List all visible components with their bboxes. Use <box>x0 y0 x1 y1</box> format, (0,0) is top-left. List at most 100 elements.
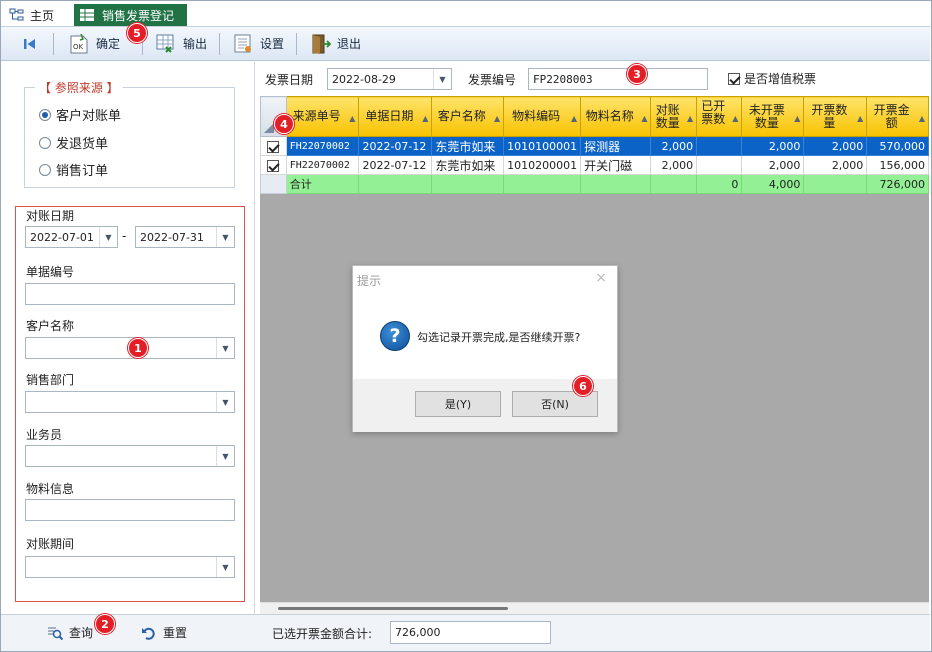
dialog-message: 勾选记录开票完成,是否继续开票? <box>417 331 581 344</box>
chevron-down-icon[interactable]: ▼ <box>99 227 117 247</box>
tab-home[interactable]: 主页 <box>9 4 54 26</box>
invoice-date-label: 发票日期 <box>265 73 314 87</box>
horizontal-scrollbar[interactable] <box>260 602 929 614</box>
col-label: 物料编码 <box>512 109 561 123</box>
chevron-down-icon[interactable]: ▼ <box>216 338 234 358</box>
cell-recon-qty[interactable]: 2,000 <box>650 155 698 175</box>
date-to-value: 2022-07-31 <box>140 230 204 244</box>
cell-material-name[interactable]: 开关门磁 <box>580 155 652 175</box>
chevron-down-icon[interactable]: ▼ <box>433 69 451 89</box>
date-from-input[interactable]: 2022-07-01 ▼ <box>25 226 118 248</box>
summary-indicator <box>260 174 287 194</box>
material-input[interactable] <box>25 499 235 521</box>
sort-icon: ▲ <box>641 114 648 123</box>
tab-sales-invoice[interactable]: 销售发票登记 <box>74 4 187 26</box>
close-icon[interactable]: × <box>595 270 607 286</box>
col-label: 来源单号 <box>292 109 341 123</box>
salesman-select[interactable]: ▼ <box>25 445 235 467</box>
settings-sheet-icon <box>234 34 252 52</box>
col-header-invoiced-qty[interactable]: 已开 票数 ▲ <box>696 96 743 137</box>
summary-cell <box>358 174 433 194</box>
cell-doc-date[interactable]: 2022-07-12 <box>358 136 433 156</box>
invoice-no-value: FP2208003 <box>533 72 593 86</box>
cell-uninvoiced-qty[interactable]: 2,000 <box>741 136 805 156</box>
table-row[interactable]: FH22070002 2022-07-12 东莞市如来 1010100001 探… <box>260 136 929 156</box>
dept-label: 销售部门 <box>26 373 75 387</box>
cell-material-name[interactable]: 探测器 <box>580 136 652 156</box>
row-checkbox[interactable] <box>260 136 287 156</box>
summary-cell <box>803 174 868 194</box>
chevron-down-icon[interactable]: ▼ <box>216 446 234 466</box>
cell-invoice-amount[interactable]: 570,000 <box>866 136 929 156</box>
doc-no-input[interactable] <box>25 283 235 305</box>
annotation-badge: 4 <box>274 114 294 134</box>
chevron-down-icon[interactable]: ▼ <box>216 392 234 412</box>
period-label: 对账期间 <box>26 537 75 551</box>
cell-source-no[interactable]: FH22070002 <box>285 155 360 175</box>
cell-material-code[interactable]: 1010100001 <box>503 136 582 156</box>
col-label: 物料名称 <box>585 109 634 123</box>
invoice-no-input[interactable]: FP2208003 <box>528 68 708 90</box>
col-header-uninvoiced-qty[interactable]: 未开票 数量 ▲ <box>741 96 805 137</box>
table-icon <box>80 9 94 21</box>
exit-button[interactable]: 退出 <box>299 30 371 58</box>
annotation-badge: 6 <box>573 376 593 396</box>
col-header-customer[interactable]: 客户名称 ▲ <box>431 96 505 137</box>
sort-icon: ▲ <box>857 114 864 123</box>
cell-doc-date[interactable]: 2022-07-12 <box>358 155 433 175</box>
settings-button[interactable]: 设置 <box>222 30 294 58</box>
col-label: 未开票 数量 <box>748 102 785 130</box>
chevron-down-icon[interactable]: ▼ <box>216 227 234 247</box>
confirm-button[interactable]: OK 确定 <box>56 30 130 58</box>
invoice-date-input[interactable]: 2022-08-29 ▼ <box>327 68 452 90</box>
col-header-recon-qty[interactable]: 对账 数量 ▲ <box>650 96 698 137</box>
export-label: 输出 <box>183 37 208 51</box>
col-header-invoice-qty[interactable]: 开票数量 ▲ <box>803 96 868 137</box>
yes-button[interactable]: 是(Y) <box>415 391 501 417</box>
undo-icon <box>142 627 155 640</box>
radio-delivery-return[interactable]: 发退货单 <box>39 133 108 152</box>
chevron-down-icon[interactable]: ▼ <box>216 557 234 577</box>
cell-uninvoiced-qty[interactable]: 2,000 <box>741 155 805 175</box>
cell-recon-qty[interactable]: 2,000 <box>650 136 698 156</box>
radio-customer-statement[interactable]: 客户对账单 <box>39 105 121 124</box>
cell-invoice-amount[interactable]: 156,000 <box>866 155 929 175</box>
col-header-source-no[interactable]: 来源单号 ▲ <box>285 96 360 137</box>
summary-amount: 726,000 <box>866 174 929 194</box>
col-label: 客户名称 <box>437 109 486 123</box>
col-header-invoice-amount[interactable]: 开票金额 ▲ <box>866 96 929 137</box>
total-amount-field[interactable]: 726,000 <box>390 621 551 644</box>
date-to-input[interactable]: 2022-07-31 ▼ <box>135 226 235 248</box>
tab-home-label: 主页 <box>30 8 55 23</box>
col-label: 对账 数量 <box>655 102 680 130</box>
invoice-no-label: 发票编号 <box>468 73 517 87</box>
customer-label: 客户名称 <box>26 319 75 333</box>
vat-checkbox[interactable]: 是否增值税票 <box>728 70 816 87</box>
query-button[interactable]: 查询 <box>47 624 93 641</box>
scrollbar-thumb[interactable] <box>278 607 508 610</box>
reset-button[interactable]: 重置 <box>141 624 187 641</box>
export-button[interactable]: 输出 <box>145 30 217 58</box>
row-checkbox[interactable] <box>260 155 287 175</box>
search-list-icon <box>48 627 63 640</box>
cell-invoiced-qty[interactable] <box>696 155 743 175</box>
cell-customer[interactable]: 东莞市如来 <box>431 136 505 156</box>
first-record-button[interactable] <box>1 30 51 58</box>
recon-date-label: 对账日期 <box>26 209 75 223</box>
col-header-material-name[interactable]: 物料名称 ▲ <box>580 96 652 137</box>
period-select[interactable]: ▼ <box>25 556 235 578</box>
radio-sales-order[interactable]: 销售订单 <box>39 160 108 179</box>
col-label: 开票金额 <box>873 102 910 130</box>
cell-material-code[interactable]: 1010200001 <box>503 155 582 175</box>
table-row[interactable]: FH22070002 2022-07-12 东莞市如来 1010200001 开… <box>260 155 929 175</box>
cell-source-no[interactable]: FH22070002 <box>285 136 360 156</box>
corner-triangle-icon <box>264 123 274 133</box>
dept-select[interactable]: ▼ <box>25 391 235 413</box>
tab-sales-invoice-label: 销售发票登记 <box>102 8 175 23</box>
cell-invoiced-qty[interactable] <box>696 136 743 156</box>
cell-invoice-qty[interactable]: 2,000 <box>803 155 868 175</box>
col-header-material-code[interactable]: 物料编码 ▲ <box>503 96 582 137</box>
cell-invoice-qty[interactable]: 2,000 <box>803 136 868 156</box>
col-header-doc-date[interactable]: 单据日期 ▲ <box>358 96 433 137</box>
cell-customer[interactable]: 东莞市如来 <box>431 155 505 175</box>
